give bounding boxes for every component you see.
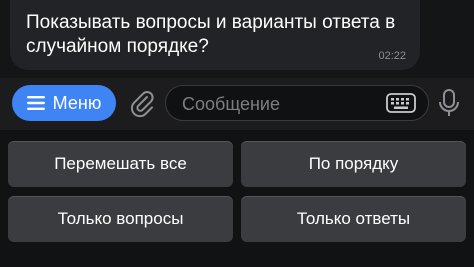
message-input[interactable]: [180, 86, 384, 122]
questions-only-button[interactable]: Только вопросы: [8, 196, 233, 242]
answers-only-button[interactable]: Только ответы: [241, 196, 466, 242]
reply-keyboard: Перемешать все По порядку Только вопросы…: [0, 130, 474, 267]
input-bar: Меню: [0, 78, 474, 130]
menu-icon: [26, 96, 45, 110]
message-bubble: Показывать вопросы и варианты ответа в с…: [10, 0, 420, 70]
menu-label: Меню: [52, 92, 102, 113]
chat-area: Показывать вопросы и варианты ответа в с…: [0, 0, 474, 78]
menu-button[interactable]: Меню: [12, 85, 116, 121]
shuffle-all-button[interactable]: Перемешать все: [8, 141, 233, 187]
message-time: 02:22: [378, 50, 406, 62]
message-text: Показывать вопросы и варианты ответа в с…: [26, 12, 396, 57]
paperclip-icon[interactable]: [127, 88, 157, 118]
in-order-button[interactable]: По порядку: [241, 141, 466, 187]
microphone-icon[interactable]: [438, 88, 460, 118]
keyboard-icon[interactable]: [386, 93, 416, 113]
message-field[interactable]: [165, 85, 429, 122]
